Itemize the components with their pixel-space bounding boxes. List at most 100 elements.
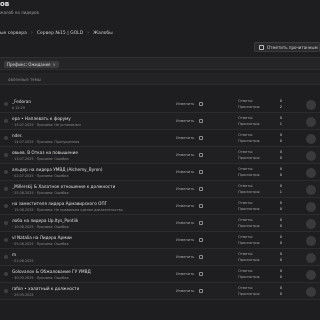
change-label: Изменить [176, 119, 195, 123]
thread-row[interactable]: nder. · 14.07.2025 · Причина: Пропущенная… [0, 130, 320, 147]
avatar[interactable] [306, 287, 316, 297]
replies-count: 0 [279, 235, 282, 239]
replies-label: Ответы: [238, 167, 254, 171]
avatar[interactable] [306, 236, 316, 246]
thread-row[interactable]: на заместителя лидера Армавирского ОПГ · … [0, 198, 320, 215]
replies-count: 0 [279, 252, 282, 256]
thread-meta: · 15.06.2025 · Причина: Не правильно сде… [12, 208, 123, 212]
select-checkbox[interactable] [199, 289, 203, 293]
thread-status-dot [4, 119, 8, 123]
select-checkbox[interactable] [199, 238, 203, 242]
thread-title[interactable]: Golovanov & Обжалование ГУ УМВД [12, 269, 91, 274]
avatar[interactable] [306, 151, 316, 161]
thread-status-dot [4, 153, 8, 157]
views-label: Просмотры: [238, 207, 261, 211]
chevron-right-icon: › [30, 30, 33, 36]
thread-meta: в 12:29 [12, 106, 25, 110]
thread-title[interactable]: ера • Наплевать к форуму [12, 116, 71, 121]
thread-row[interactable]: _Fedoran в 12:29 Изменить Ответы: 0 Просмотры… [0, 96, 320, 113]
section-header: овленные темы [0, 73, 320, 85]
views-label: Просмотры: [238, 241, 261, 245]
thread-row[interactable]: vl Natalia на Лидера Армии · 05.06.2025 ·… [0, 232, 320, 249]
mark-read-button[interactable]: Отметить прочитанным [254, 42, 320, 52]
thread-meta: · 15.07.2025 · Причина: Не установлен [12, 123, 81, 127]
select-checkbox[interactable] [199, 119, 203, 123]
thread-row[interactable]: Golovanov & Обжалование ГУ УМВД · 30.05.2… [0, 266, 320, 283]
close-icon[interactable]: × [53, 62, 56, 67]
views-label: Просмотры: [238, 122, 261, 126]
thread-row[interactable]: rafon • халатный к должности · 29.05.2025… [0, 283, 320, 300]
thread-title[interactable]: nder. [12, 133, 23, 138]
thread-status-dot [4, 255, 8, 259]
thread-title[interactable]: m [12, 252, 16, 257]
select-checkbox[interactable] [199, 272, 203, 276]
thread-meta: · 05.06.2025 · Причина: Ошибка [12, 242, 69, 246]
avatar[interactable] [306, 168, 316, 178]
mark-read-label: Отметить прочитанным [267, 44, 318, 50]
thread-row[interactable]: лоба на лидера Up.ltys_Pontiik · 10.06.20… [0, 215, 320, 232]
replies-count: 0 [279, 286, 282, 290]
thread-status-dot [4, 187, 8, 191]
select-checkbox[interactable] [199, 255, 203, 259]
views-label: Просмотры: [238, 156, 261, 160]
page-subtitle: жалоб на лидеров [0, 10, 39, 15]
thread-row[interactable]: альдер на лидера УМВД (Alchemy_Byron) · 0… [0, 164, 320, 181]
views-label: Просмотры: [238, 258, 261, 262]
avatar[interactable] [306, 202, 316, 212]
page-title: ов [0, 0, 10, 8]
views-label: Просмотры: [238, 224, 261, 228]
thread-title[interactable]: на заместителя лидера Армавирского ОПГ [12, 201, 107, 206]
change-label: Изменить [176, 170, 195, 174]
select-checkbox[interactable] [199, 187, 203, 191]
chevron-right-icon: › [87, 30, 90, 36]
select-checkbox[interactable] [199, 136, 203, 140]
change-label: Изменить [176, 272, 195, 276]
change-label: Изменить [176, 255, 195, 259]
replies-count: 0 [279, 150, 282, 154]
prefix-filter-label: Префикс: Ожидание [7, 62, 51, 67]
thread-row[interactable]: _Millerskij & Халатное отношение к должн… [0, 181, 320, 198]
thread-status-dot [4, 238, 8, 242]
avatar[interactable] [306, 219, 316, 229]
views-count: 0 [279, 292, 282, 296]
views-count: 0 [279, 258, 282, 262]
thread-row[interactable]: ера • Наплевать к форуму · 15.07.2025 · П… [0, 113, 320, 130]
replies-count: 0 [279, 201, 282, 205]
select-checkbox[interactable] [199, 170, 203, 174]
thread-meta: · 13.07.2025 · Причина: Ошибка [12, 157, 69, 161]
prefix-filter-chip[interactable]: Префикс: Ожидание × [4, 61, 59, 68]
thread-status-dot [4, 204, 8, 208]
views-count: 0 [279, 241, 282, 245]
thread-row[interactable]: m · 01.06.2025 Изменить Ответы: 0 Просмотры: 0 [0, 249, 320, 266]
views-count: 1 [279, 122, 282, 126]
thread-status-dot [4, 170, 8, 174]
breadcrumb-item-servers[interactable]: ые сервера [0, 31, 27, 36]
avatar[interactable] [306, 185, 316, 195]
thread-row[interactable]: овьев. В Отказ на повышение · 13.07.2025 … [0, 147, 320, 164]
select-checkbox[interactable] [199, 153, 203, 157]
breadcrumb-item-server[interactable]: Сервер №15 | GOLD [37, 31, 83, 36]
thread-title[interactable]: vl Natalia на Лидера Армии [12, 235, 72, 240]
replies-count: 0 [279, 133, 282, 137]
thread-title[interactable]: rafon • халатный к должности [12, 286, 79, 291]
replies-count: 0 [279, 184, 282, 188]
thread-meta: · 14.07.2025 · Причина: Пропущенная [12, 140, 80, 144]
breadcrumb-item-complaints[interactable]: Жалобы [93, 31, 113, 36]
thread-title[interactable]: овьев. В Отказ на повышение [12, 150, 78, 155]
thread-title[interactable]: альдер на лидера УМВД (Alchemy_Byron) [12, 167, 103, 172]
change-label: Изменить [176, 204, 195, 208]
select-checkbox[interactable] [199, 102, 203, 106]
views-count: 0 [279, 224, 282, 228]
thread-title[interactable]: лоба на лидера Up.ltys_Pontiik [12, 218, 78, 223]
replies-label: Ответы: [238, 133, 254, 137]
avatar[interactable] [306, 134, 316, 144]
avatar[interactable] [306, 270, 316, 280]
avatar[interactable] [306, 117, 316, 127]
avatar[interactable] [306, 100, 316, 110]
select-checkbox[interactable] [199, 204, 203, 208]
select-checkbox[interactable] [199, 221, 203, 225]
avatar[interactable] [306, 253, 316, 263]
views-label: Просмотры: [238, 105, 261, 109]
thread-title[interactable]: _Millerskij & Халатное отношение к должн… [12, 184, 115, 189]
thread-title[interactable]: _Fedoran [12, 99, 31, 104]
